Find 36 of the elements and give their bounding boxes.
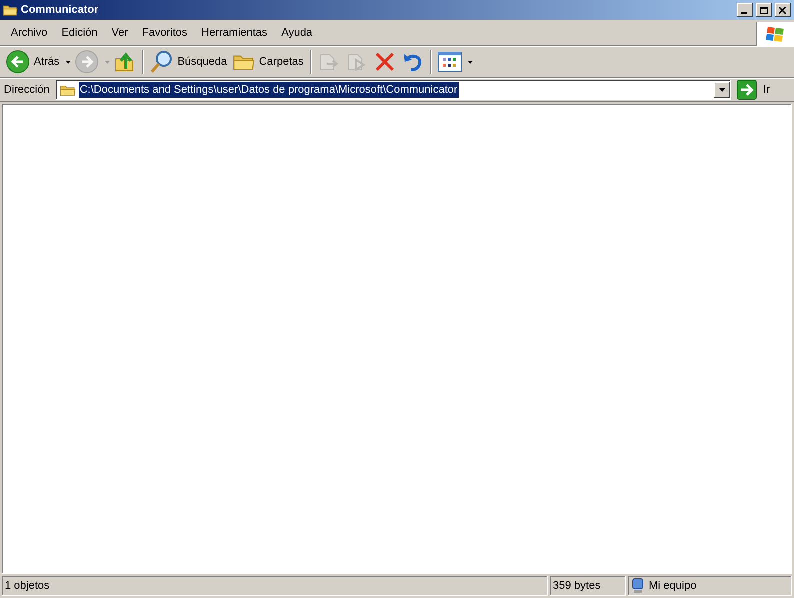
menu-item[interactable]: Archivo bbox=[4, 25, 55, 42]
delete-icon bbox=[374, 51, 396, 73]
go-button[interactable]: Ir bbox=[735, 80, 790, 100]
menu-item[interactable]: Ayuda bbox=[274, 25, 320, 42]
menu-item[interactable]: Edición bbox=[54, 25, 105, 42]
search-button[interactable]: Búsqueda bbox=[148, 48, 230, 76]
folder-icon bbox=[60, 84, 76, 96]
computer-icon bbox=[631, 578, 645, 594]
minimize-button[interactable] bbox=[737, 3, 753, 17]
window-title: Communicator bbox=[21, 2, 99, 18]
maximize-button[interactable] bbox=[756, 3, 772, 17]
caret-icon bbox=[718, 88, 726, 92]
address-label: Dirección bbox=[4, 82, 51, 98]
views-icon bbox=[438, 52, 462, 72]
folders-button[interactable]: Carpetas bbox=[231, 48, 306, 76]
close-button[interactable] bbox=[775, 3, 791, 17]
menu-item[interactable]: Herramientas bbox=[194, 25, 275, 42]
address-text: C:\Documents and Settings\user\Datos de programa\Microsoft\Communicator bbox=[78, 82, 459, 98]
close-icon bbox=[779, 6, 787, 14]
caret-icon[interactable] bbox=[66, 60, 71, 64]
menu-item[interactable]: Favoritos bbox=[135, 25, 195, 42]
status-size: 359 bytes bbox=[550, 576, 626, 596]
windows-logo-icon bbox=[766, 24, 786, 42]
back-button[interactable]: Atrás bbox=[4, 48, 62, 76]
address-field[interactable]: C:\Documents and Settings\user\Datos de programa\Microsoft\Communicator bbox=[56, 80, 732, 100]
undo-icon bbox=[402, 51, 424, 73]
maximize-icon bbox=[760, 6, 768, 14]
search-icon bbox=[150, 50, 174, 74]
folder-up-icon bbox=[114, 51, 136, 73]
folder-icon bbox=[3, 4, 18, 16]
menu-item[interactable]: Ver bbox=[104, 25, 136, 42]
folder-icon bbox=[233, 53, 256, 71]
location-text: Mi equipo bbox=[649, 578, 697, 594]
dropdown-button[interactable] bbox=[714, 82, 730, 98]
status-text: 1 objetos bbox=[2, 576, 548, 596]
caret-icon[interactable] bbox=[468, 60, 473, 64]
